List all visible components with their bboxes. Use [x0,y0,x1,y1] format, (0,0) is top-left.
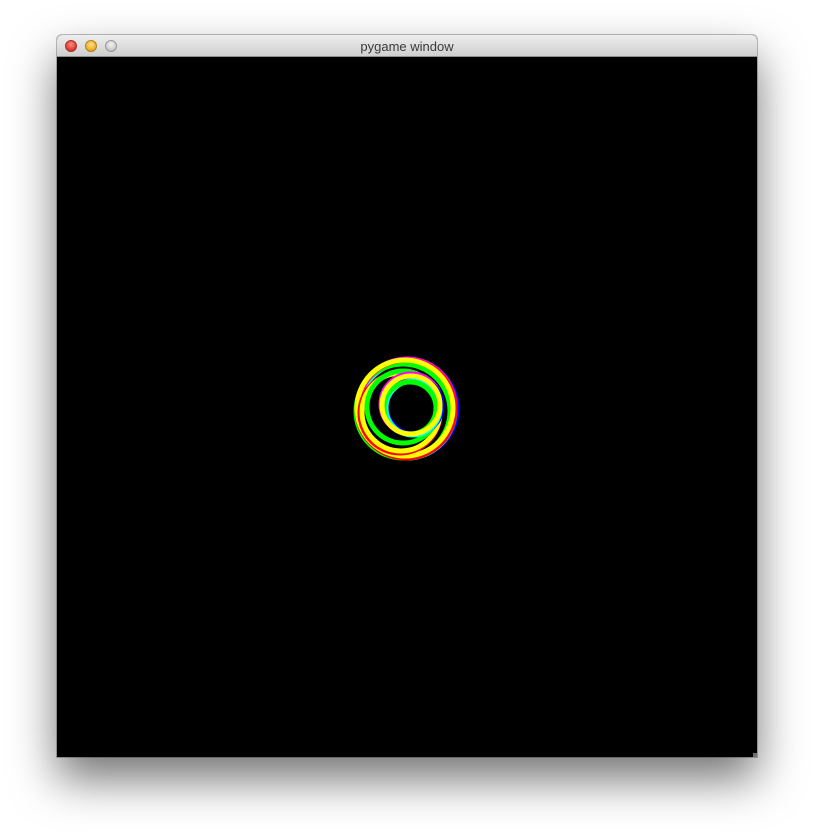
pygame-window: pygame window [57,35,757,757]
desktop: pygame window [0,0,814,836]
ring-inner-yellow [379,373,443,437]
resize-grip[interactable] [753,753,757,757]
title-bar[interactable]: pygame window [57,35,757,57]
spirograph-drawing [353,356,460,461]
game-canvas[interactable] [57,57,757,757]
window-title: pygame window [360,39,454,54]
